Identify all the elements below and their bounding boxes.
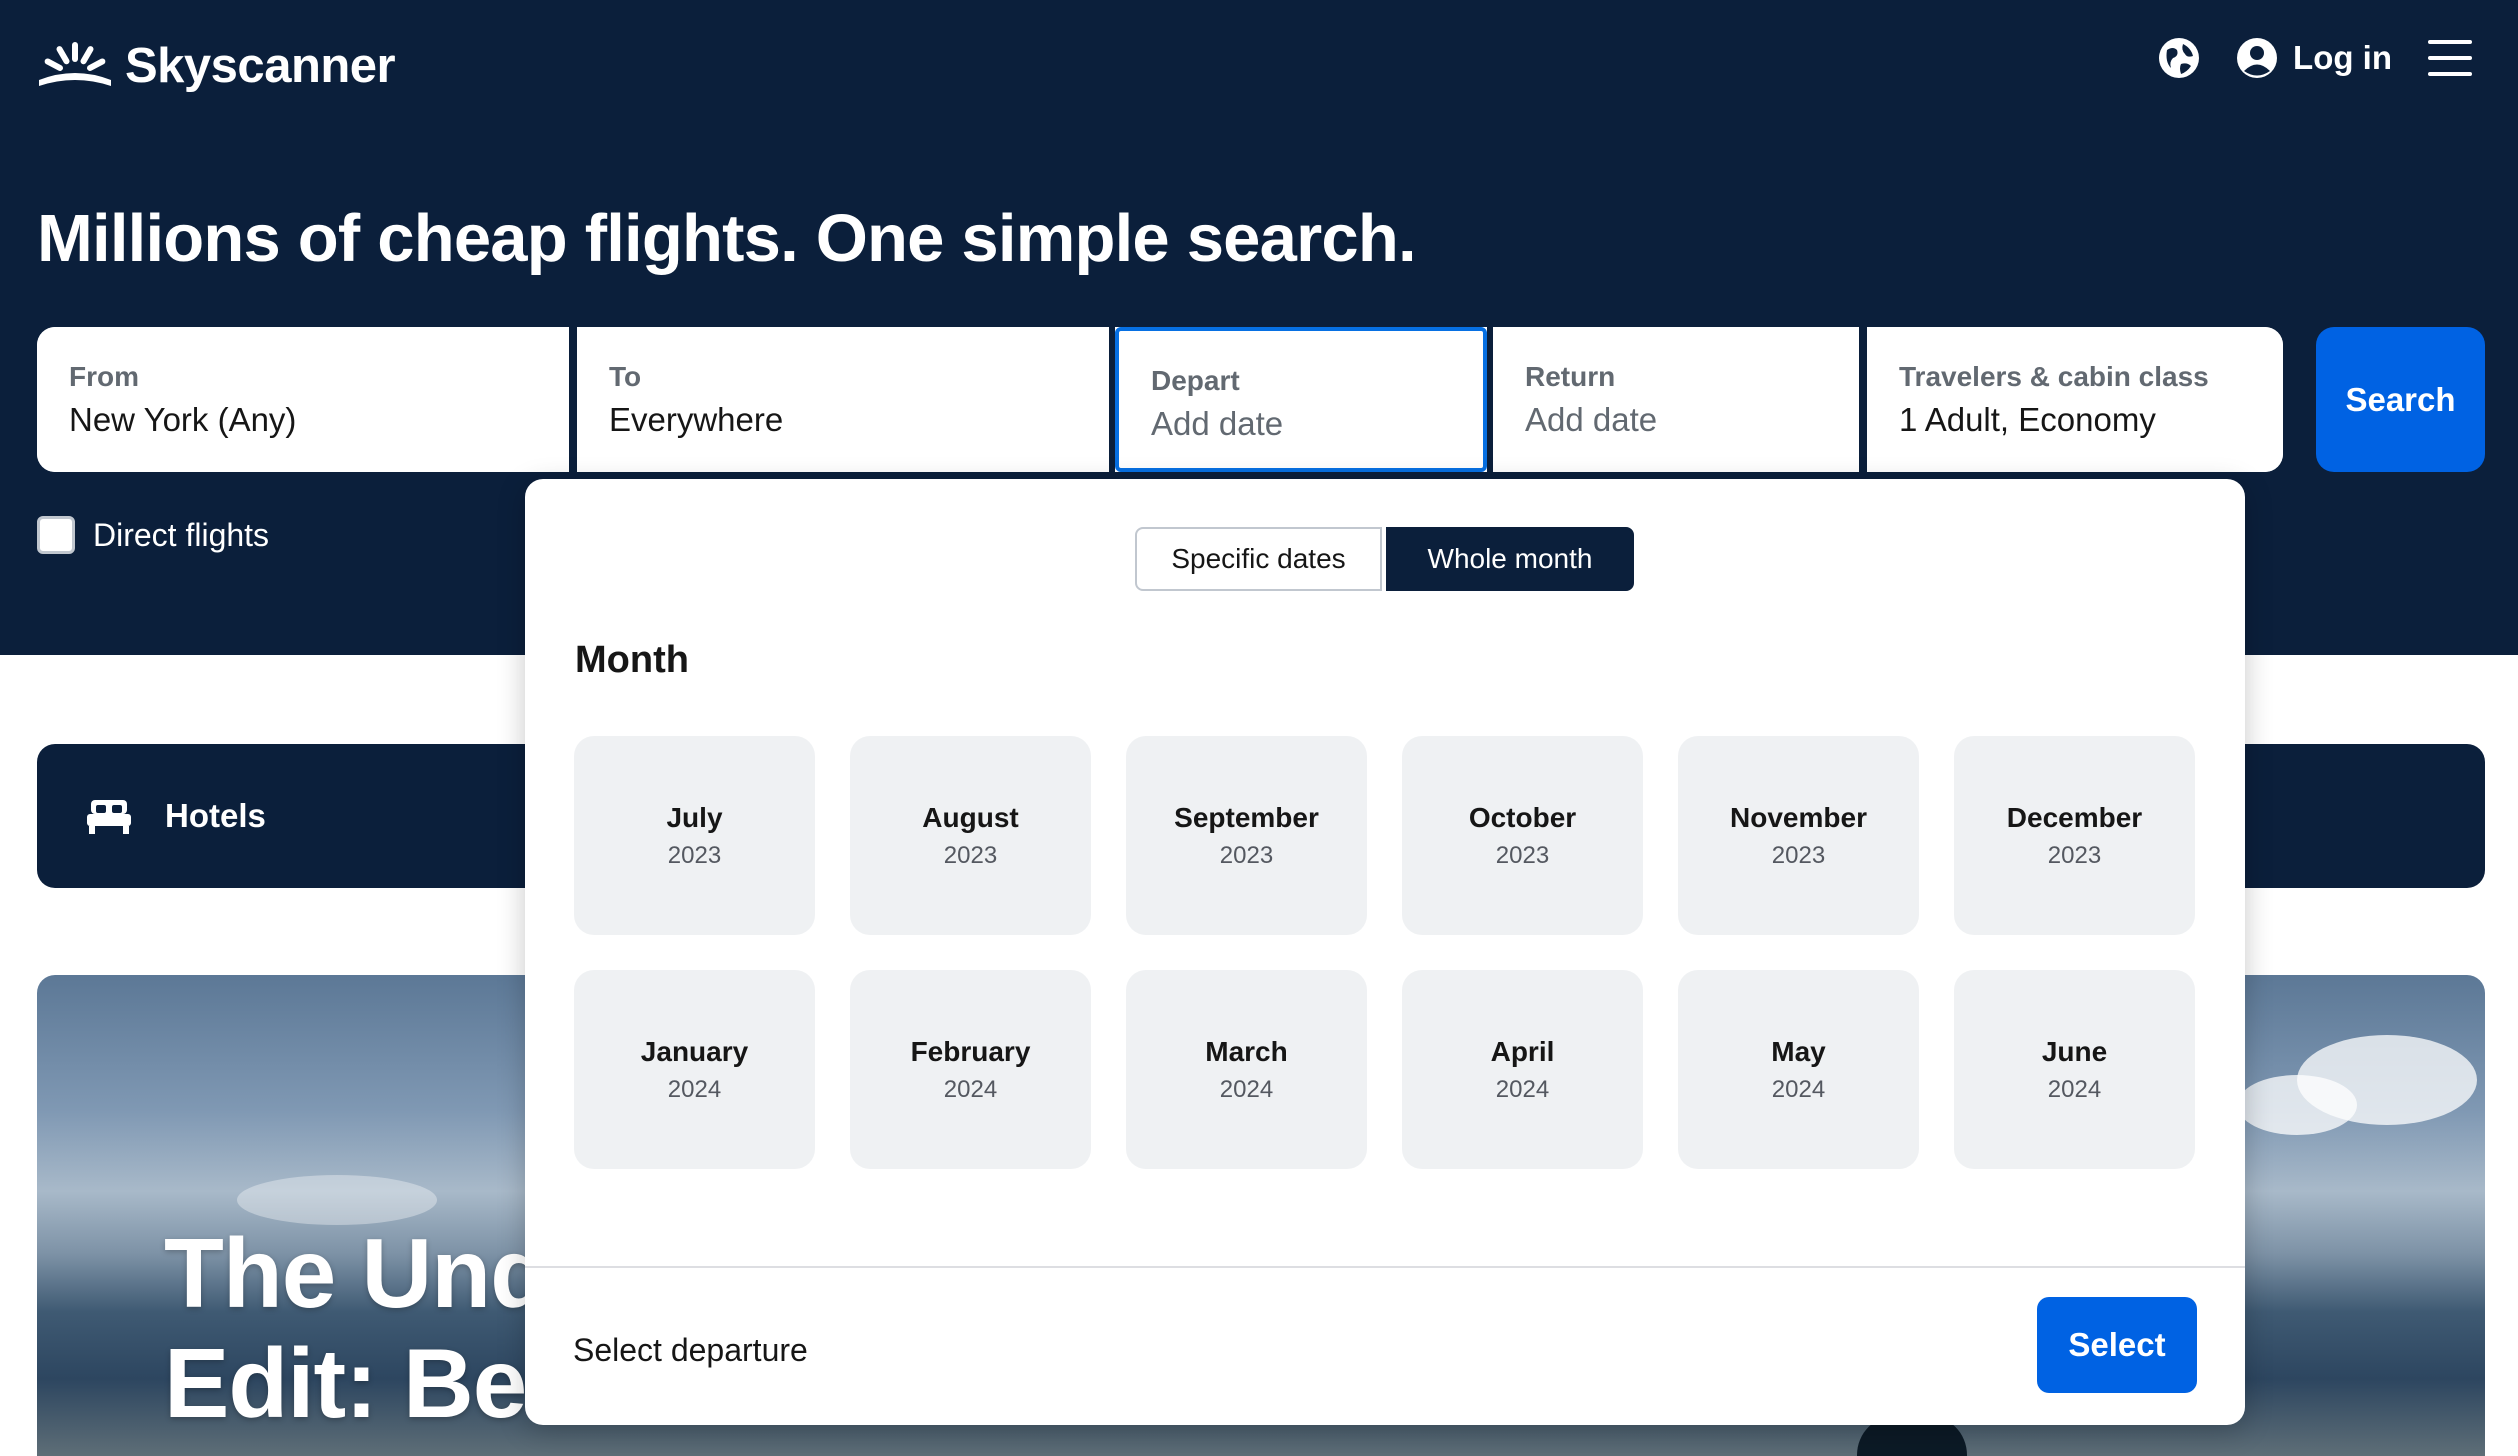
date-mode-toggle: Specific dates Whole month bbox=[1135, 527, 1634, 591]
to-field[interactable]: To Everywhere bbox=[577, 327, 1109, 472]
month-year: 2023 bbox=[1771, 841, 1826, 869]
travelers-label: Travelers & cabin class bbox=[1899, 361, 2209, 392]
month-option[interactable]: November 2023 bbox=[1678, 736, 1919, 935]
return-placeholder: Add date bbox=[1525, 401, 1658, 438]
month-option[interactable]: June 2024 bbox=[1954, 970, 2195, 1169]
month-option[interactable]: January 2024 bbox=[574, 970, 815, 1169]
month-name: February bbox=[910, 1035, 1031, 1067]
month-name: July bbox=[666, 801, 723, 833]
month-option[interactable]: February 2024 bbox=[850, 970, 1091, 1169]
month-option[interactable]: May 2024 bbox=[1678, 970, 1919, 1169]
month-name: March bbox=[1205, 1035, 1288, 1067]
month-year: 2024 bbox=[943, 1075, 998, 1103]
month-name: January bbox=[640, 1035, 749, 1067]
month-name: September bbox=[1174, 801, 1319, 833]
month-option[interactable]: August 2023 bbox=[850, 736, 1091, 935]
date-picker-footer: Select departure Select bbox=[525, 1266, 2245, 1425]
month-year: 2023 bbox=[1219, 841, 1274, 869]
page-headline: Millions of cheap flights. One simple se… bbox=[37, 201, 1417, 276]
month-year: 2024 bbox=[1495, 1075, 1550, 1103]
month-name: August bbox=[922, 801, 1019, 833]
field-divider bbox=[569, 327, 577, 472]
month-year: 2023 bbox=[1495, 841, 1550, 869]
travelers-value: 1 Adult, Economy bbox=[1899, 401, 2156, 438]
month-name: June bbox=[2041, 1035, 2108, 1067]
month-name: May bbox=[1771, 1035, 1826, 1067]
login-link[interactable]: Log in bbox=[2293, 39, 2392, 77]
to-label: To bbox=[609, 361, 642, 392]
month-name: November bbox=[1730, 801, 1867, 833]
top-nav: Log in bbox=[2157, 36, 2472, 80]
month-name: October bbox=[1468, 801, 1577, 833]
brand-name: Skyscanner bbox=[125, 39, 396, 93]
month-year: 2023 bbox=[943, 841, 998, 869]
month-grid: July 2023 August 2023 September 2023 October 20… bbox=[574, 736, 2195, 1169]
month-year: 2024 bbox=[1219, 1075, 1274, 1103]
banner-title-line2: Edit: Bea bbox=[164, 1328, 581, 1438]
menu-icon[interactable] bbox=[2428, 40, 2472, 76]
user-icon[interactable] bbox=[2235, 36, 2279, 80]
month-option[interactable]: December 2023 bbox=[1954, 736, 2195, 935]
cloud-decoration bbox=[2237, 1075, 2357, 1135]
flight-search-form: From New York (Any) To Everywhere Depart… bbox=[37, 327, 2283, 472]
select-button[interactable]: Select bbox=[2037, 1297, 2197, 1393]
direct-flights-label: Direct flights bbox=[93, 516, 270, 553]
month-option[interactable]: October 2023 bbox=[1402, 736, 1643, 935]
direct-flights-checkbox[interactable] bbox=[37, 516, 75, 554]
month-year: 2023 bbox=[667, 841, 722, 869]
month-option[interactable]: April 2024 bbox=[1402, 970, 1643, 1169]
tab-specific-dates[interactable]: Specific dates bbox=[1135, 527, 1382, 591]
return-label: Return bbox=[1525, 361, 1616, 392]
hotels-label: Hotels bbox=[165, 797, 266, 834]
globe-icon[interactable] bbox=[2157, 36, 2201, 80]
month-year: 2023 bbox=[2047, 841, 2102, 869]
month-year: 2024 bbox=[667, 1075, 722, 1103]
travelers-field[interactable]: Travelers & cabin class 1 Adult, Economy bbox=[1867, 327, 2283, 472]
banner-title: The Und Edit: Bea bbox=[164, 1218, 581, 1438]
from-label: From bbox=[69, 361, 139, 392]
search-button[interactable]: Search bbox=[2316, 327, 2485, 472]
field-divider bbox=[1859, 327, 1867, 472]
depart-label: Depart bbox=[1151, 365, 1240, 396]
month-year: 2024 bbox=[2047, 1075, 2102, 1103]
month-name: April bbox=[1490, 1035, 1555, 1067]
from-value: New York (Any) bbox=[69, 401, 297, 438]
month-option[interactable]: July 2023 bbox=[574, 736, 815, 935]
month-name: December bbox=[2006, 801, 2143, 833]
logo-sun-icon bbox=[39, 42, 111, 86]
direct-flights-option[interactable]: Direct flights bbox=[37, 516, 269, 554]
return-field[interactable]: Return Add date bbox=[1493, 327, 1859, 472]
date-picker-popup: Specific dates Whole month Month July 202… bbox=[525, 479, 2245, 1425]
month-section-title: Month bbox=[575, 639, 689, 681]
month-option[interactable]: September 2023 bbox=[1126, 736, 1367, 935]
tab-whole-month[interactable]: Whole month bbox=[1386, 527, 1634, 591]
bed-icon bbox=[87, 800, 131, 834]
month-option[interactable]: March 2024 bbox=[1126, 970, 1367, 1169]
depart-placeholder: Add date bbox=[1151, 405, 1284, 442]
skyscanner-logo[interactable]: Skyscanner bbox=[37, 38, 396, 94]
month-year: 2024 bbox=[1771, 1075, 1826, 1103]
banner-title-line1: The Und bbox=[164, 1218, 550, 1328]
to-value: Everywhere bbox=[609, 401, 784, 438]
from-field[interactable]: From New York (Any) bbox=[37, 327, 569, 472]
depart-field[interactable]: Depart Add date bbox=[1115, 327, 1487, 472]
select-departure-text: Select departure bbox=[573, 1332, 808, 1368]
